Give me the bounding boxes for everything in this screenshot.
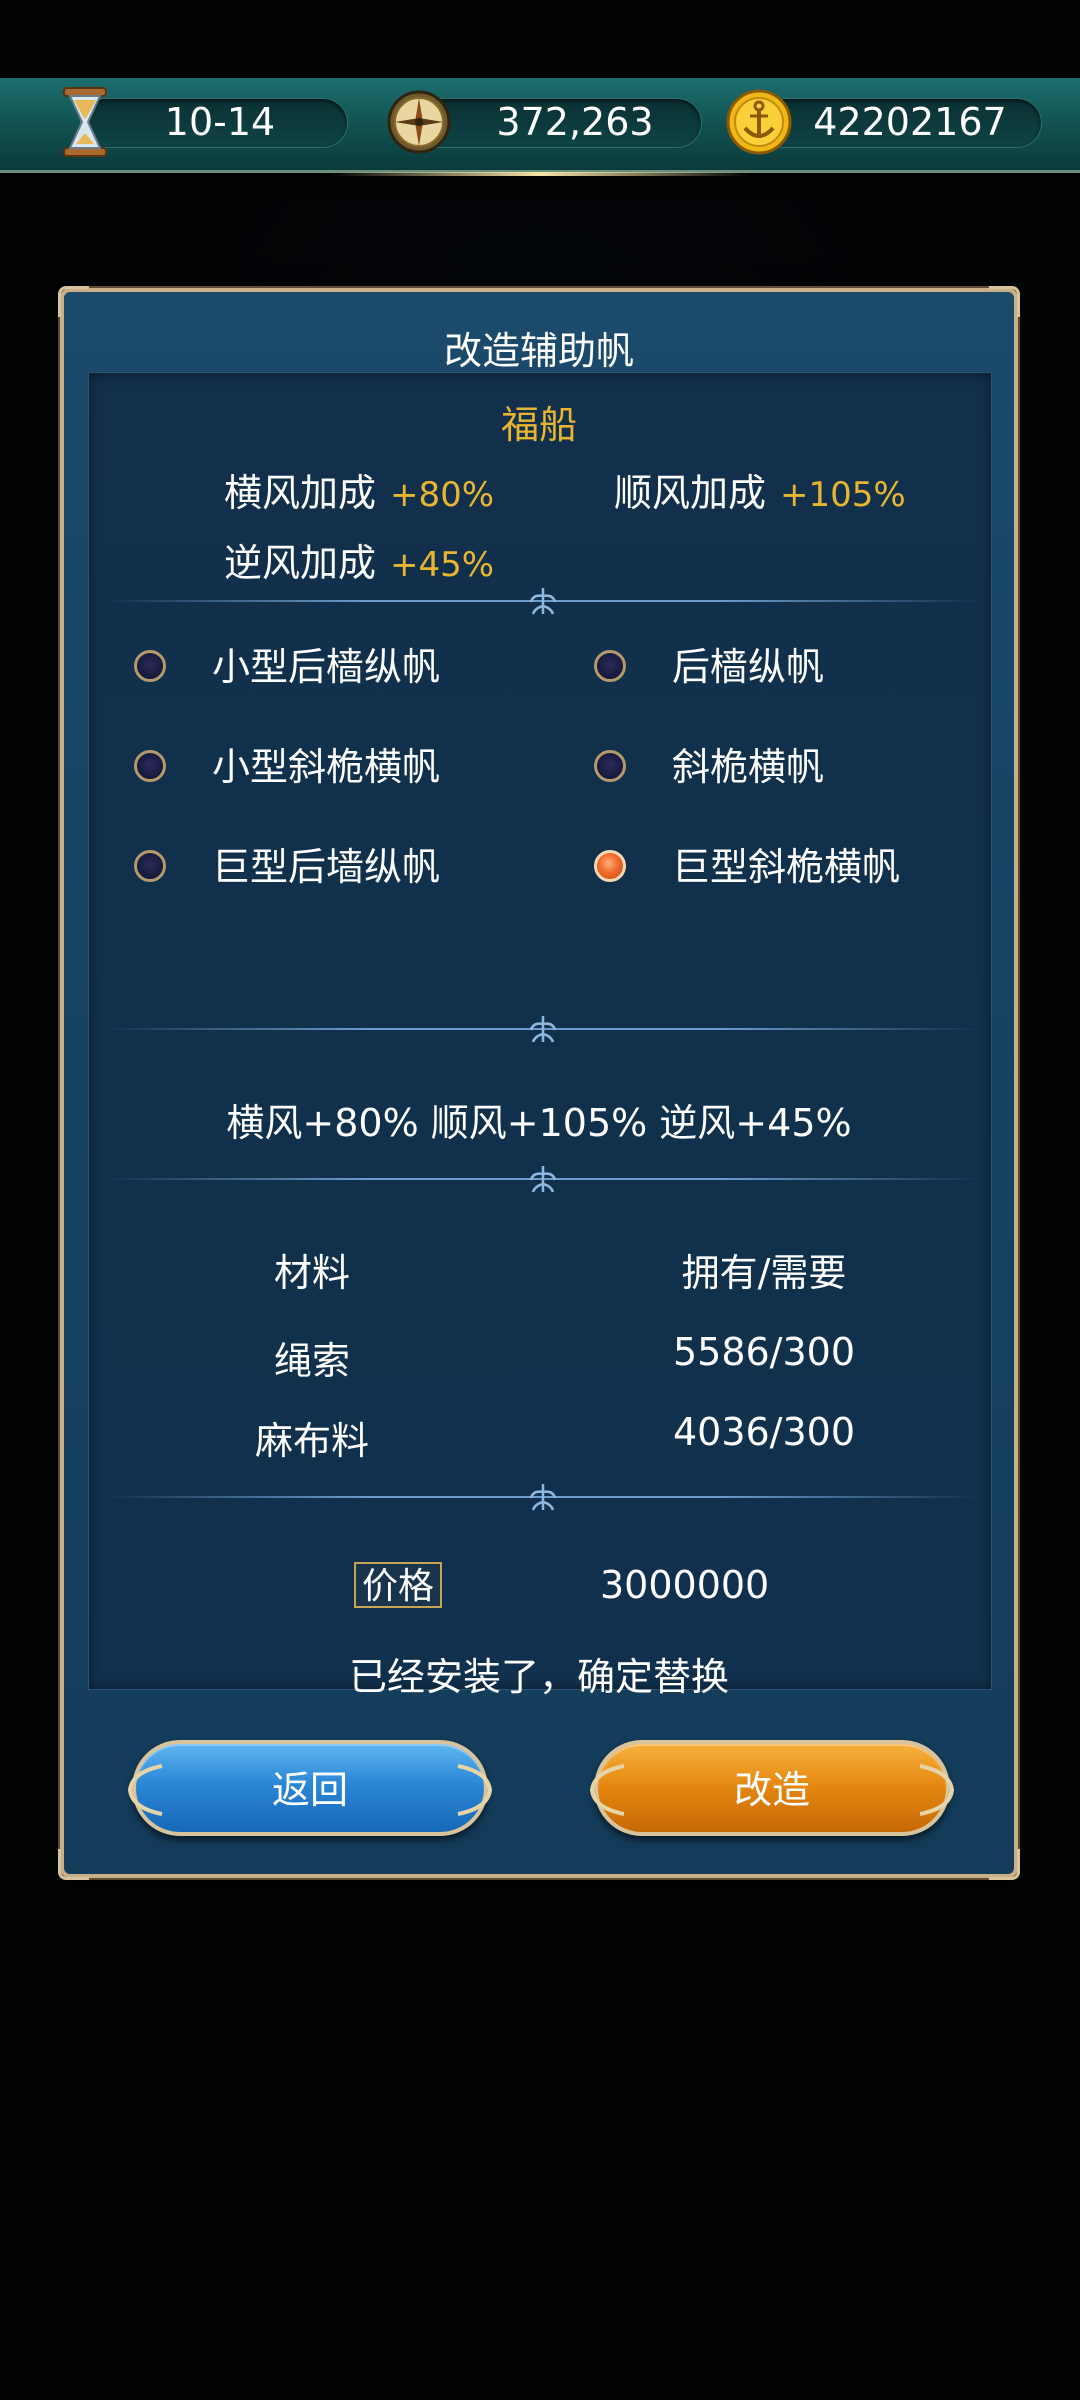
sail-option-label: 小型斜桅横帆 — [212, 745, 441, 789]
anchor-coin-icon — [726, 89, 792, 155]
divider — [104, 1014, 982, 1044]
bonus-value: +80% — [390, 475, 495, 515]
radio-button-selected[interactable] — [594, 850, 626, 882]
button-ornament-icon — [919, 1764, 955, 1816]
sail-option-label: 小型后樯纵帆 — [212, 645, 441, 689]
compass-icon — [387, 90, 451, 154]
refit-sail-dialog: 改造辅助帆 福船 横风加成 +80% 顺风加成 +105% 逆风加成 +45% 小型后… — [58, 286, 1020, 1880]
frame-corner — [989, 1849, 1020, 1880]
bonus-value: +45% — [390, 545, 495, 585]
bonus-label: 逆风加成 — [224, 541, 377, 585]
material-qty: 5586/300 — [672, 1330, 856, 1374]
ornament-icon — [529, 1484, 557, 1511]
sail-option-label: 巨型斜桅横帆 — [672, 845, 901, 889]
material-name-header: 材料 — [273, 1251, 350, 1295]
material-row: 绳索 5586/300 — [64, 1330, 1014, 1383]
back-button-label: 返回 — [271, 1768, 348, 1812]
material-qty: 4036/300 — [672, 1410, 856, 1454]
button-ornament-icon — [457, 1764, 493, 1816]
price-value: 3000000 — [600, 1563, 770, 1607]
bonus-label: 顺风加成 — [614, 471, 767, 515]
frame-corner — [989, 286, 1020, 317]
button-ornament-icon — [589, 1764, 625, 1816]
gold-value: 42202167 — [813, 100, 1007, 144]
sail-option-giant-bowsprit-square[interactable]: 巨型斜桅横帆 — [594, 840, 954, 900]
frame-corner — [58, 1849, 89, 1880]
sail-option-label: 斜桅横帆 — [672, 745, 825, 789]
button-ornament-icon — [127, 1764, 163, 1816]
material-name: 绳索 — [273, 1339, 350, 1383]
refit-button[interactable]: 改造 — [589, 1740, 955, 1836]
resource-bar: 10-14 372,263 42202167 — [0, 78, 1080, 176]
sail-option-label: 巨型后墙纵帆 — [212, 845, 441, 889]
material-row: 麻布料 4036/300 — [64, 1410, 1014, 1463]
divider — [104, 586, 982, 616]
ornament-icon — [529, 588, 557, 615]
material-name: 麻布料 — [254, 1419, 369, 1463]
refit-button-label: 改造 — [733, 1768, 810, 1812]
bonus-label: 横风加成 — [224, 471, 377, 515]
ornament-icon — [529, 1016, 557, 1043]
bonus-value: +105% — [780, 475, 906, 515]
sail-option-giant-aft-fore-and-aft[interactable]: 巨型后墙纵帆 — [134, 840, 474, 900]
divider — [104, 1164, 982, 1194]
sail-option-bowsprit-square[interactable]: 斜桅横帆 — [594, 740, 934, 800]
replace-notice: 已经安装了，确定替换 — [348, 1655, 729, 1699]
sail-option-label: 后樯纵帆 — [672, 645, 825, 689]
radio-button[interactable] — [594, 650, 626, 682]
sail-option-small-bowsprit-square[interactable]: 小型斜桅横帆 — [134, 740, 474, 800]
ship-name: 福船 — [500, 403, 577, 447]
materials-header: 材料 拥有/需要 — [64, 1242, 1014, 1295]
sail-option-small-aft-fore-and-aft[interactable]: 小型后樯纵帆 — [134, 640, 474, 700]
price-label: 价格 — [354, 1562, 442, 1608]
crosswind-bonus: 横风加成 +80% — [224, 462, 494, 517]
dialog-title: 改造辅助帆 — [443, 329, 634, 373]
bonus-summary: 横风+80% 顺风+105% 逆风+45% — [226, 1101, 852, 1145]
headwind-bonus: 逆风加成 +45% — [224, 532, 494, 587]
ornament-icon — [529, 1166, 557, 1193]
radio-button[interactable] — [594, 750, 626, 782]
radio-button[interactable] — [134, 650, 166, 682]
radio-button[interactable] — [134, 750, 166, 782]
tailwind-bonus: 顺风加成 +105% — [614, 462, 906, 517]
divider — [104, 1482, 982, 1512]
time-value: 10-14 — [164, 100, 276, 144]
fame-value: 372,263 — [496, 100, 654, 144]
radio-button[interactable] — [134, 850, 166, 882]
frame-corner — [58, 286, 89, 317]
sail-option-aft-fore-and-aft[interactable]: 后樯纵帆 — [594, 640, 934, 700]
material-qty-header: 拥有/需要 — [681, 1251, 847, 1295]
back-button[interactable]: 返回 — [127, 1740, 493, 1836]
